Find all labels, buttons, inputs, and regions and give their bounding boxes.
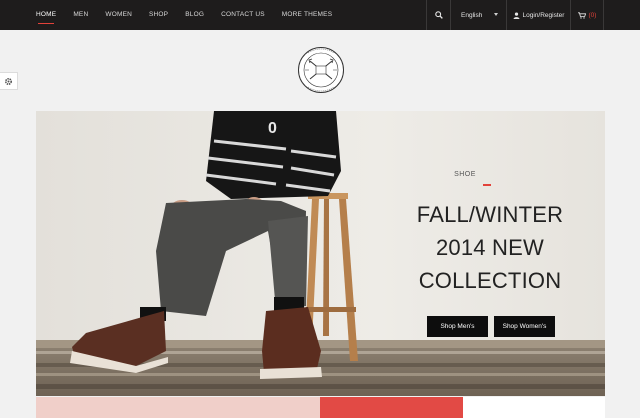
nav-item-shop[interactable]: SHOP	[149, 0, 168, 30]
hero-kicker: SHOE	[454, 171, 476, 178]
chevron-down-icon	[494, 13, 498, 16]
top-navigation-bar: HOME MEN WOMEN SHOP BLOG CONTACT US MORE…	[0, 0, 640, 30]
nav-item-men[interactable]: MEN	[73, 0, 88, 30]
login-register-link[interactable]: Login/Register	[506, 0, 570, 30]
login-label: Login/Register	[522, 11, 565, 19]
cart-icon	[577, 11, 586, 19]
hero-headline: FALL/WINTER 2014 NEW COLLECTION	[408, 198, 572, 297]
search-icon	[434, 11, 443, 19]
nav-item-home[interactable]: HOME	[36, 0, 56, 30]
headline-line-1: FALL/WINTER	[416, 202, 564, 227]
user-icon	[513, 11, 519, 19]
brand-logo[interactable]	[297, 46, 345, 94]
headline-line-3: COLLECTION	[418, 268, 562, 293]
cart-button[interactable]: (0)	[570, 0, 604, 30]
promo-tile-3[interactable]	[463, 397, 605, 418]
gear-icon	[4, 77, 13, 85]
promo-tile-1[interactable]	[36, 397, 320, 418]
main-nav: HOME MEN WOMEN SHOP BLOG CONTACT US MORE…	[36, 0, 349, 30]
nav-item-more-themes[interactable]: MORE THEMES	[282, 0, 332, 30]
header-tools: English Login/Register (0)	[426, 0, 604, 30]
cart-count: (0)	[588, 11, 597, 19]
shop-mens-button[interactable]: Shop Men's	[427, 316, 488, 337]
nav-item-contact-us[interactable]: CONTACT US	[221, 0, 265, 30]
nav-item-blog[interactable]: BLOG	[185, 0, 204, 30]
kicker-underline	[483, 184, 491, 186]
svg-text:0: 0	[268, 120, 277, 137]
settings-toggle[interactable]	[0, 72, 18, 90]
promo-tile-2[interactable]	[320, 397, 463, 418]
search-button[interactable]	[426, 0, 450, 30]
nav-item-women[interactable]: WOMEN	[105, 0, 132, 30]
language-selector[interactable]: English	[450, 0, 506, 30]
headline-line-2: 2014 NEW	[436, 235, 544, 260]
language-label: English	[461, 11, 483, 19]
shop-womens-button[interactable]: Shop Women's	[494, 316, 555, 337]
